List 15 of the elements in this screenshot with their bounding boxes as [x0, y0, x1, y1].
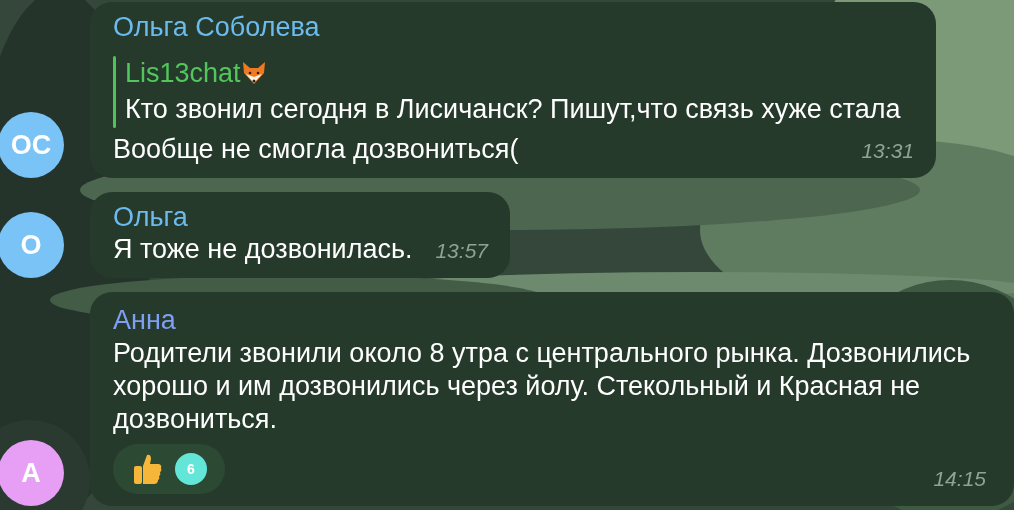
quote-author: Lis13chat: [125, 57, 241, 90]
sender-name[interactable]: Ольга Соболева: [113, 12, 914, 42]
message-time: 13:31: [861, 137, 914, 164]
sender-name[interactable]: Анна: [113, 305, 986, 335]
message-text: Я тоже не дозвонилась.: [113, 233, 413, 266]
reaction-button[interactable]: 6: [113, 444, 225, 494]
message-text: Вообще не смогла дозвониться(: [113, 133, 519, 166]
fox-icon: [240, 61, 267, 85]
thumbs-up-icon: [131, 452, 163, 486]
message-time: 14:15: [933, 465, 986, 492]
quote-text: Кто звонил сегодня в Лисичанск? Пишут,что связь хуже стала: [125, 93, 901, 126]
message-text: Родители звонили около 8 утра с центрального рынка. Дозвонились хорошо и им дозвонились через йолу. Стекольный и Красная не дозвониться.: [113, 337, 972, 436]
quote-bar: [113, 56, 116, 128]
sender-name[interactable]: Ольга: [113, 202, 488, 232]
message-time: 13:57: [435, 237, 488, 264]
